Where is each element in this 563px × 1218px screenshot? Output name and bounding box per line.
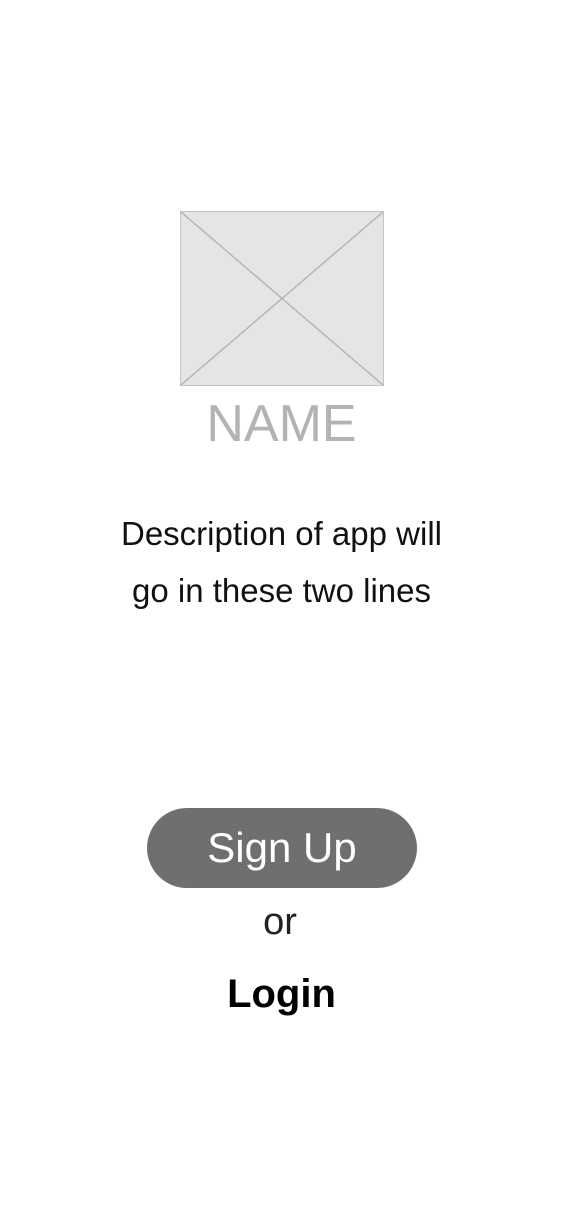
app-name: NAME	[206, 395, 357, 453]
image-placeholder-icon	[181, 212, 383, 385]
or-separator-text: or	[263, 901, 297, 943]
app-description: Description of app will go in these two …	[80, 505, 483, 619]
description-line-2: go in these two lines	[131, 572, 431, 609]
login-link[interactable]: Login	[0, 965, 563, 1023]
app-logo-placeholder-icon	[180, 211, 384, 386]
description-line-1: Description of app will	[121, 515, 442, 552]
sign-up-button[interactable]: Sign Up	[147, 808, 417, 888]
